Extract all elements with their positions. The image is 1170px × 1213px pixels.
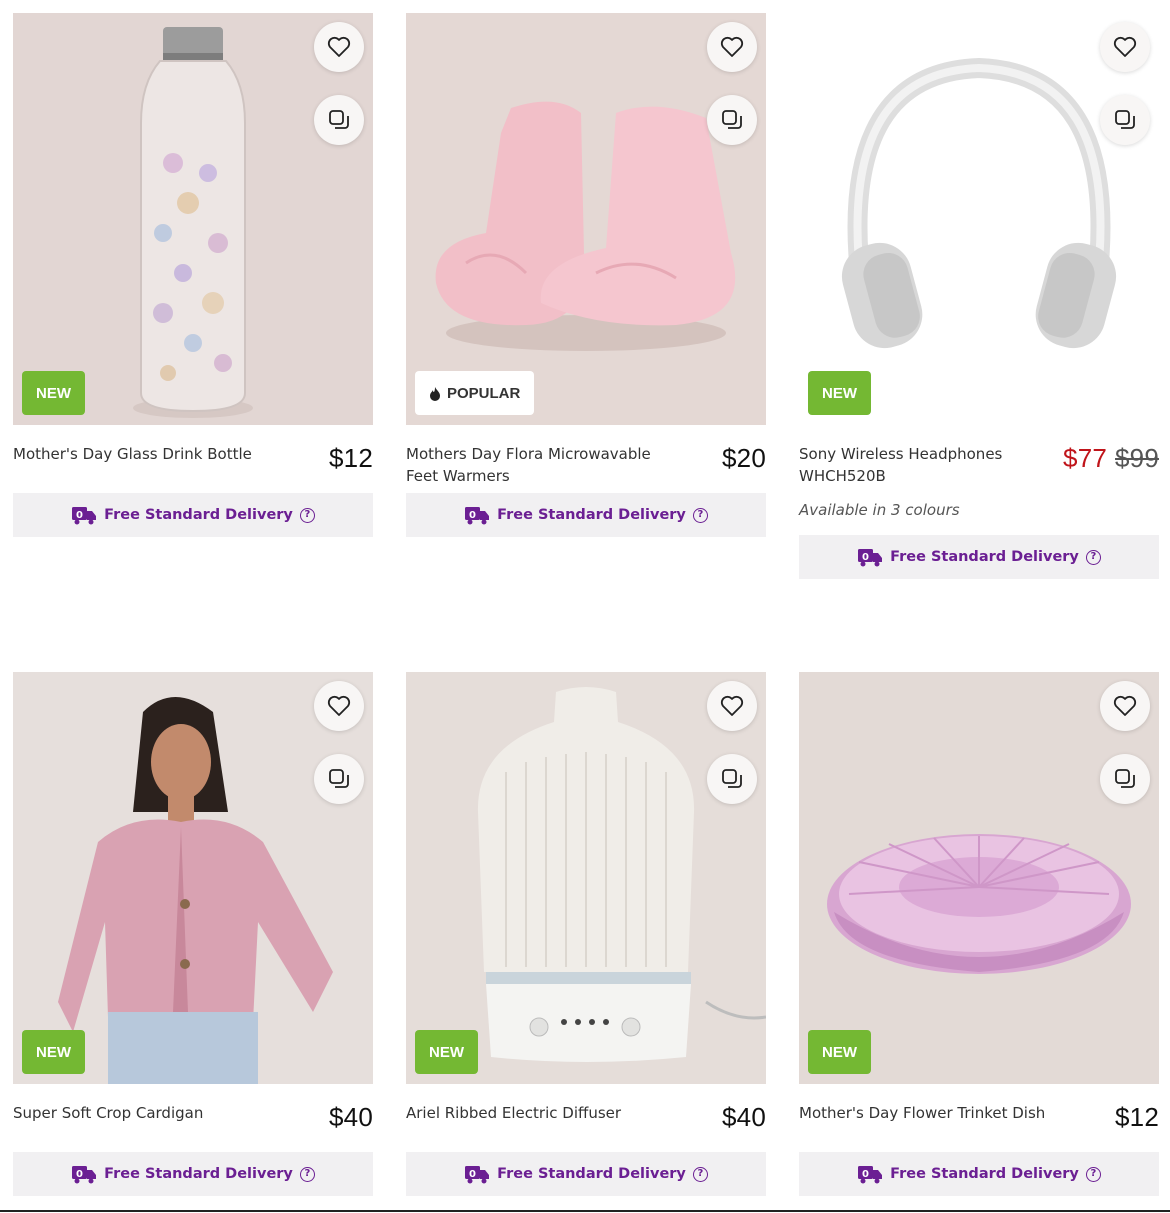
compare-button[interactable] bbox=[1100, 95, 1150, 145]
product-card[interactable]: POPULAR Mothers Day Flora Microwavable F… bbox=[406, 13, 766, 537]
heart-icon bbox=[720, 36, 744, 57]
help-icon[interactable]: ? bbox=[1085, 549, 1101, 565]
cardigan-image bbox=[58, 697, 333, 1084]
compare-icon bbox=[329, 110, 349, 129]
svg-text:0: 0 bbox=[76, 1169, 83, 1180]
compare-icon bbox=[722, 110, 742, 129]
delivery-truck-icon: 0 bbox=[72, 507, 97, 525]
heart-icon bbox=[327, 36, 351, 57]
compare-icon bbox=[1115, 769, 1135, 788]
product-card[interactable]: NEW Mother's Day Glass Drink Bottle $12 … bbox=[13, 13, 373, 537]
free-delivery-banner[interactable]: 0 Free Standard Delivery ? bbox=[799, 535, 1159, 579]
product-title[interactable]: Super Soft Crop Cardigan bbox=[13, 1102, 293, 1124]
new-badge: NEW bbox=[22, 1030, 85, 1074]
product-image[interactable]: NEW bbox=[406, 672, 766, 1084]
product-card[interactable]: NEW Ariel Ribbed Electric Diffuser $40 0… bbox=[406, 672, 766, 1196]
new-badge: NEW bbox=[415, 1030, 478, 1074]
free-delivery-banner[interactable]: 0 Free Standard Delivery ? bbox=[406, 493, 766, 537]
heart-icon bbox=[720, 695, 744, 716]
new-badge: NEW bbox=[22, 371, 85, 415]
compare-icon bbox=[329, 769, 349, 788]
product-title[interactable]: Ariel Ribbed Electric Diffuser bbox=[406, 1102, 686, 1124]
help-icon[interactable]: ? bbox=[1085, 1166, 1101, 1182]
product-image[interactable]: POPULAR bbox=[406, 13, 766, 425]
new-badge: NEW bbox=[808, 1030, 871, 1074]
svg-text:0: 0 bbox=[469, 510, 476, 521]
heart-icon bbox=[1113, 695, 1137, 716]
popular-badge: POPULAR bbox=[415, 371, 535, 415]
divider bbox=[0, 1210, 1170, 1212]
delivery-label: Free Standard Delivery bbox=[104, 507, 293, 523]
free-delivery-banner[interactable]: 0 Free Standard Delivery ? bbox=[406, 1152, 766, 1196]
help-icon[interactable]: ? bbox=[299, 507, 315, 523]
product-price: $77 $99 bbox=[1063, 443, 1159, 474]
headphones-image bbox=[841, 57, 1117, 349]
delivery-label: Free Standard Delivery bbox=[497, 507, 686, 523]
free-delivery-banner[interactable]: 0 Free Standard Delivery ? bbox=[799, 1152, 1159, 1196]
delivery-truck-icon: 0 bbox=[858, 549, 883, 567]
compare-button[interactable] bbox=[707, 95, 757, 145]
product-title[interactable]: Mothers Day Flora Microwavable Feet Warm… bbox=[406, 443, 686, 487]
compare-icon bbox=[1115, 110, 1135, 129]
help-icon[interactable]: ? bbox=[692, 507, 708, 523]
colour-options[interactable]: Available in 3 colours bbox=[799, 501, 1159, 519]
product-image[interactable]: NEW bbox=[13, 13, 373, 425]
delivery-truck-icon: 0 bbox=[465, 507, 490, 525]
product-image[interactable]: NEW bbox=[13, 672, 373, 1084]
product-price: $40 bbox=[722, 1102, 766, 1132]
feet-warmers-image bbox=[435, 101, 736, 351]
sale-price: $77 bbox=[1063, 443, 1108, 473]
product-image[interactable]: NEW bbox=[799, 672, 1159, 1084]
product-price: $12 bbox=[329, 443, 373, 473]
wishlist-button[interactable] bbox=[1100, 681, 1150, 731]
svg-text:0: 0 bbox=[76, 510, 83, 521]
heart-icon bbox=[1113, 36, 1137, 57]
compare-button[interactable] bbox=[314, 95, 364, 145]
product-card[interactable]: NEW Mother's Day Flower Trinket Dish $12… bbox=[799, 672, 1159, 1196]
trinket-dish-image bbox=[827, 834, 1131, 974]
new-badge: NEW bbox=[808, 371, 871, 415]
product-title[interactable]: Mother's Day Flower Trinket Dish bbox=[799, 1102, 1079, 1124]
compare-button[interactable] bbox=[314, 754, 364, 804]
original-price: $99 bbox=[1115, 443, 1159, 473]
wishlist-button[interactable] bbox=[707, 22, 757, 72]
diffuser-image bbox=[477, 687, 766, 1062]
product-price: $12 bbox=[1115, 1102, 1159, 1132]
delivery-label: Free Standard Delivery bbox=[890, 1166, 1079, 1182]
delivery-label: Free Standard Delivery bbox=[104, 1166, 293, 1182]
svg-text:0: 0 bbox=[862, 552, 869, 563]
product-image[interactable]: NEW bbox=[799, 13, 1159, 425]
flame-icon bbox=[430, 386, 440, 401]
delivery-label: Free Standard Delivery bbox=[497, 1166, 686, 1182]
bottle-image bbox=[133, 27, 253, 418]
help-icon[interactable]: ? bbox=[299, 1166, 315, 1182]
product-title[interactable]: Mother's Day Glass Drink Bottle bbox=[13, 443, 293, 465]
delivery-label: Free Standard Delivery bbox=[890, 549, 1079, 565]
wishlist-button[interactable] bbox=[314, 22, 364, 72]
delivery-truck-icon: 0 bbox=[465, 1166, 490, 1184]
compare-button[interactable] bbox=[707, 754, 757, 804]
delivery-truck-icon: 0 bbox=[858, 1166, 883, 1184]
wishlist-button[interactable] bbox=[314, 681, 364, 731]
product-card[interactable]: NEW Sony Wireless Headphones WHCH520B $7… bbox=[799, 13, 1159, 579]
compare-icon bbox=[722, 769, 742, 788]
heart-icon bbox=[327, 695, 351, 716]
product-card[interactable]: NEW Super Soft Crop Cardigan $40 0 Free … bbox=[13, 672, 373, 1196]
help-icon[interactable]: ? bbox=[692, 1166, 708, 1182]
svg-text:0: 0 bbox=[469, 1169, 476, 1180]
popular-label: POPULAR bbox=[447, 384, 521, 402]
wishlist-button[interactable] bbox=[707, 681, 757, 731]
product-title[interactable]: Sony Wireless Headphones WHCH520B bbox=[799, 443, 1029, 487]
compare-button[interactable] bbox=[1100, 754, 1150, 804]
svg-text:0: 0 bbox=[862, 1169, 869, 1180]
delivery-truck-icon: 0 bbox=[72, 1166, 97, 1184]
free-delivery-banner[interactable]: 0 Free Standard Delivery ? bbox=[13, 493, 373, 537]
product-price: $20 bbox=[722, 443, 766, 473]
product-price: $40 bbox=[329, 1102, 373, 1132]
free-delivery-banner[interactable]: 0 Free Standard Delivery ? bbox=[13, 1152, 373, 1196]
wishlist-button[interactable] bbox=[1100, 22, 1150, 72]
